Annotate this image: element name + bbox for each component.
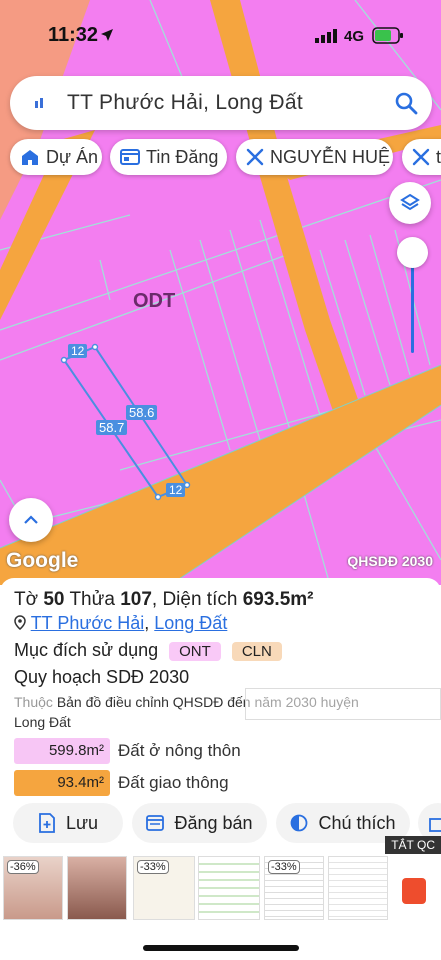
signal-icon [315,29,337,43]
parcel-number: 107 [120,589,152,610]
share-icon [429,818,441,832]
expand-panel-button[interactable] [9,498,53,542]
chip-label: Tin Đăng [146,146,219,167]
battery-icon [372,27,403,44]
ad-thumb[interactable]: -36% [3,856,63,920]
plot-edge-label: 12 [68,344,88,358]
road-icon [412,148,430,166]
chip-nguyen-hue[interactable]: NGUYỄN HUỆ [236,139,393,175]
save-label: Lưu [65,812,99,833]
sheet-number: 50 [43,589,65,610]
plot-edge-label: 58.7 [96,420,128,435]
listing-icon [146,815,165,831]
search-icon[interactable] [394,91,418,115]
status-time: 11:32 [48,24,99,46]
area-value: 693.5m² [242,589,314,610]
discount-badge: -36% [7,860,39,874]
map-home-icon [22,150,38,165]
location-link-a[interactable]: TT Phước Hải [31,613,145,633]
discount-badge: -33% [268,860,300,874]
slider-track [411,253,414,353]
legend-label-ont: Đất ở nông thôn [118,741,241,760]
location-link-b[interactable]: Long Đất [154,613,227,633]
google-attribution: Google [6,549,79,572]
ad-thumb[interactable] [198,856,260,920]
listing-icon [120,149,140,165]
legend-swatch-road: 93.4m² [14,770,110,796]
save-icon [39,813,55,833]
ad-thumb[interactable]: -33% [133,856,195,920]
contrast-icon [291,814,308,832]
search-query[interactable]: TT Phước Hải, Long Đất [67,91,303,115]
search-bar[interactable]: TT Phước Hải, Long Đất [10,76,432,130]
slider-handle[interactable] [397,237,428,268]
shopee-icon[interactable] [402,878,426,904]
location-separator: , [144,613,150,633]
plot-edge-label: 12 [166,483,186,497]
land-use-tag-ont: ONT [169,642,221,661]
post-sale-button[interactable]: Đăng bán [132,803,267,843]
land-use-tag-cln: CLN [231,642,282,661]
note-text-2: Long Đất [14,714,71,730]
chip-tin-dang[interactable]: Tin Đăng [110,139,227,175]
parcel-location: TT Phước Hải, Long Đất [14,613,227,634]
area-label: Diện tích [162,589,238,610]
ad-thumb[interactable] [328,856,388,920]
layer-name: QHSDĐ 2030 [347,553,433,569]
chip-label: t [436,146,441,167]
zone-label: ODT [133,290,176,312]
pin-icon [14,615,26,630]
app-logo-icon [35,98,43,108]
ad-thumb[interactable]: -33% [264,856,324,920]
chip-du-an[interactable]: Dự Án [10,139,102,175]
legend-label: Chú thích [318,812,396,833]
chevron-up-icon [24,515,38,524]
ad-overlay-badge[interactable] [245,688,441,720]
parcel-title: Tờ 50 Thửa 107, Diện tích 693.5m² [14,589,314,610]
ad-banner[interactable]: TẮT QC -36% -33% -33% [0,836,441,925]
post-sale-label: Đăng bán [174,812,253,833]
chip-label: Dự Án [46,146,99,167]
plot-edge-label: 58.6 [126,405,158,420]
sheet-label: Tờ [14,589,39,610]
layers-icon [400,193,420,211]
road-icon [246,148,264,166]
plan-label: Quy hoạch SDĐ 2030 [14,667,190,687]
layers-button[interactable] [389,182,431,224]
ad-close-button[interactable]: TẮT QC [385,836,441,854]
save-button[interactable]: Lưu [13,803,123,843]
location-arrow-icon [101,29,113,41]
home-indicator [143,945,299,951]
land-use-label: Mục đích sử dụng [14,640,159,660]
land-use-row: Mục đích sử dụng ONT CLN [14,640,282,661]
status-bar: 11:32 4G [0,0,441,70]
network-type: 4G [344,28,365,45]
opacity-slider[interactable] [397,237,429,357]
ad-thumb[interactable] [67,856,127,920]
note-prefix: Thuộc [14,694,53,710]
legend-label-road: Đất giao thông [118,773,229,792]
legend-swatch-ont: 599.8m² [14,738,110,764]
chip-more[interactable]: t [402,139,441,175]
discount-badge: -33% [137,860,169,874]
chip-label: NGUYỄN HUỆ [270,146,391,167]
parcel-label: Thửa [69,589,115,610]
